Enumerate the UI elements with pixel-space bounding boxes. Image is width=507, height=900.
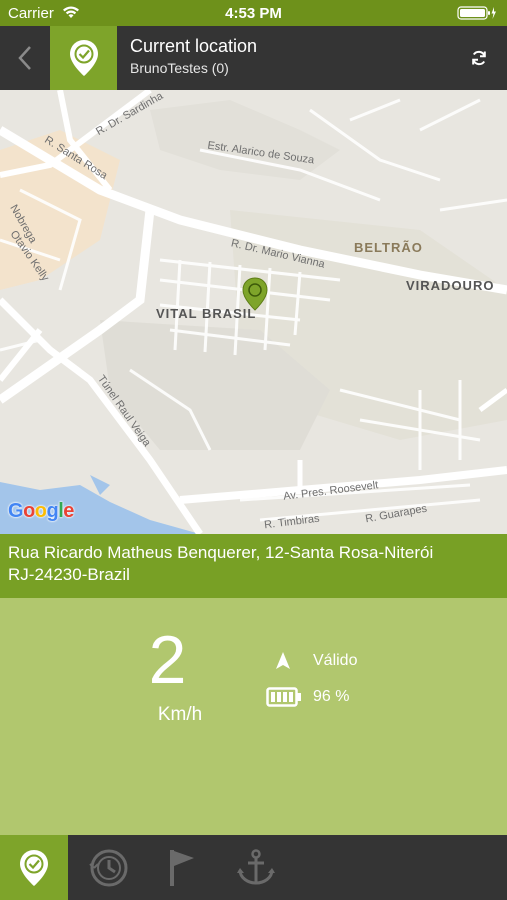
info-panel: 2 Km/h Válido 96 % [0,598,507,835]
area-label: VIRADOURO [406,278,495,293]
speed-value: 2 [148,622,187,698]
page-title: Current location [130,36,258,56]
tab-location[interactable] [0,835,68,900]
back-button[interactable] [0,26,50,90]
flag-icon [170,849,194,886]
refresh-button[interactable] [465,44,493,72]
address-bar: Rua Ricardo Matheus Benquerer, 12-Santa … [0,534,507,598]
back-chevron-icon [18,46,31,70]
bottom-tab-bar [0,835,507,900]
device-subtitle: BrunoTestes (0) [130,60,229,76]
battery-percent: 96 % [313,688,350,705]
gps-arrow-icon [272,650,294,677]
status-bar: Carrier 4:53 PM [0,0,507,26]
area-label: VITAL BRASIL [156,306,257,321]
address-line-1: Rua Ricardo Matheus Benquerer, 12-Santa … [8,543,434,562]
battery-status-icon [457,6,497,24]
location-check-icon [20,849,48,886]
refresh-icon [472,50,486,66]
tab-flag[interactable] [148,835,216,900]
nav-header: Current location BrunoTestes (0) [0,26,507,116]
location-check-icon [50,26,117,90]
history-clock-icon [89,849,128,886]
gps-status: Válido [313,652,358,669]
area-label: BELTRÃO [354,240,423,255]
tab-anchor[interactable] [222,835,290,900]
google-logo: Google [8,500,74,522]
speed-unit: Km/h [157,704,203,725]
map-view[interactable]: R. Dr. Sardinha R. Santa Rosa Estr. Alar… [0,90,507,534]
anchor-icon [237,848,275,885]
tab-history[interactable] [75,835,143,900]
clock: 4:53 PM [225,5,282,22]
address-line-2: RJ-24230-Brazil [8,565,130,584]
device-battery-icon [266,686,302,713]
